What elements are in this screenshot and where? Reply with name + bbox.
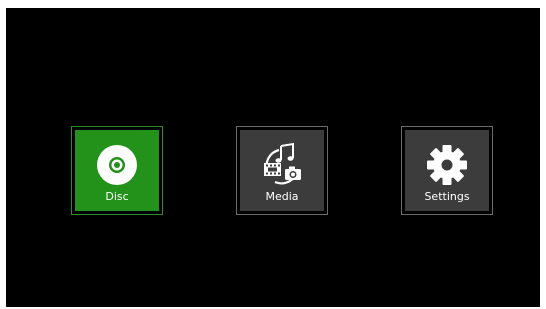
disc-label: Disc	[105, 190, 129, 203]
home-screen: Disc Media Settings	[6, 8, 540, 307]
media-menu-item[interactable]: Media	[236, 126, 328, 215]
media-icon	[264, 142, 301, 185]
settings-menu-item[interactable]: Settings	[401, 126, 493, 215]
settings-tile[interactable]: Settings	[405, 130, 489, 211]
gear-icon	[427, 145, 467, 185]
disc-tile[interactable]: Disc	[75, 130, 159, 211]
disc-menu-item[interactable]: Disc	[71, 126, 163, 215]
settings-label: Settings	[424, 190, 470, 203]
media-tile[interactable]: Media	[240, 130, 324, 211]
media-label: Media	[265, 190, 299, 203]
disc-icon	[97, 145, 137, 185]
